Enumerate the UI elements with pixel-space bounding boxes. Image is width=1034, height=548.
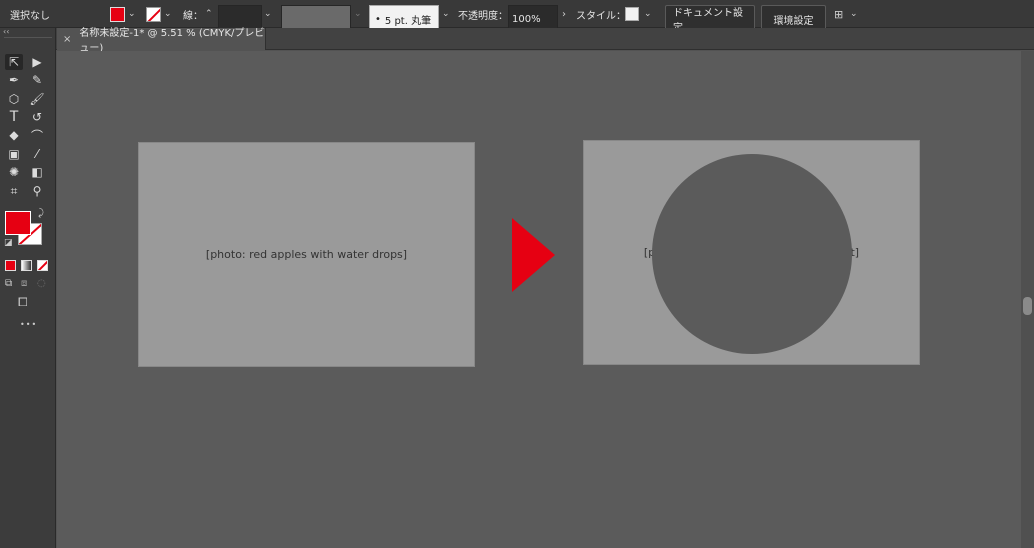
opacity-value: 100% <box>512 13 541 25</box>
graphic-style-swatch[interactable] <box>625 0 639 28</box>
gradient-tool-icon[interactable]: ▣ <box>5 146 23 162</box>
type-tool-icon[interactable]: T <box>5 109 23 125</box>
symbol-sprayer-tool-icon[interactable]: ✺ <box>5 164 23 180</box>
rotate-tool-icon[interactable]: ↺ <box>28 109 46 125</box>
tools-panel: ‹‹ ⇱ ▶ ✒ ✎ ⬡ 🖌 T ↺ ◆ ⌒ ▣ ⁄ ✺ ◧ ⌗ ⚲ ⤸ ◪ ⧉… <box>0 27 56 548</box>
style-dropdown-icon[interactable]: ⌄ <box>644 0 652 28</box>
curvature-tool-icon[interactable]: ✎ <box>28 72 46 88</box>
eraser-tool-icon[interactable]: ◆ <box>5 127 23 143</box>
selection-tool-icon[interactable]: ⇱ <box>5 54 23 70</box>
color-mode-icon[interactable] <box>5 260 16 271</box>
stroke-weight-dropdown-icon[interactable]: ⌄ <box>264 0 272 28</box>
draw-inside-icon[interactable]: ◌ <box>37 278 46 289</box>
close-icon[interactable]: × <box>63 34 71 45</box>
profile-dropdown-icon[interactable]: ⌄ <box>354 0 362 28</box>
screen-mode-icon[interactable]: ⧠ <box>18 295 28 310</box>
opacity-chevron-icon[interactable]: › <box>562 0 566 28</box>
arrange-dropdown-icon[interactable]: ⌄ <box>850 0 858 28</box>
brush-dot-icon: • <box>375 13 381 25</box>
arrow-right-icon <box>512 218 555 292</box>
image-placeholder: [photo: red apples with water drops] <box>138 142 475 367</box>
gradient-mode-icon[interactable] <box>21 260 32 271</box>
shape-tool-icon[interactable]: ⬡ <box>5 91 23 107</box>
fill-color-box[interactable] <box>5 211 31 235</box>
blend-tool-icon[interactable]: ◧ <box>28 164 46 180</box>
selection-status: 選択なし <box>10 10 50 22</box>
arrange-documents-icon[interactable]: ⊞ <box>834 0 843 28</box>
scroll-thumb[interactable] <box>1023 297 1032 315</box>
lasso-tool-icon[interactable]: ⌒ <box>28 127 46 143</box>
eyedropper-tool-icon[interactable]: ⁄ <box>28 146 46 162</box>
style-label: スタイル： <box>576 10 626 22</box>
opacity-label: 不透明度： <box>458 10 508 22</box>
edit-toolbar-icon[interactable]: ••• <box>20 320 37 329</box>
collapse-panel-icon[interactable]: ‹‹ <box>3 27 9 36</box>
original-apple-image[interactable]: [photo: red apples with water drops] <box>138 142 475 367</box>
brush-label: 5 pt. 丸筆 <box>384 15 432 27</box>
pen-tool-icon[interactable]: ✒ <box>5 72 23 88</box>
default-colors-icon[interactable]: ◪ <box>4 238 13 248</box>
document-tab[interactable]: × 名称未設定-1* @ 5.51 % (CMYK/プレビュー) <box>57 28 266 54</box>
swap-fill-stroke-icon[interactable]: ⤸ <box>38 208 44 219</box>
vertical-scrollbar[interactable] <box>1021 51 1034 548</box>
circle-cutout <box>652 154 852 354</box>
draw-normal-icon[interactable]: ⧉ <box>5 278 12 289</box>
document-tab-title: 名称未設定-1* @ 5.51 % (CMYK/プレビュー) <box>79 28 265 54</box>
zoom-tool-icon[interactable]: ⚲ <box>28 183 46 199</box>
artboard-tool-icon[interactable]: ⌗ <box>5 183 23 199</box>
direct-selection-tool-icon[interactable]: ▶ <box>28 54 46 70</box>
paintbrush-tool-icon[interactable]: 🖌 <box>28 91 46 107</box>
none-mode-icon[interactable] <box>37 260 48 271</box>
draw-behind-icon[interactable]: ⧈ <box>21 278 27 289</box>
brush-dropdown-icon[interactable]: ⌄ <box>442 0 450 28</box>
document-tab-bar: × 名称未設定-1* @ 5.51 % (CMYK/プレビュー) <box>0 28 1034 54</box>
clipped-apple-image[interactable]: [photo: red apples with circular cutout] <box>583 140 920 365</box>
artboard-canvas[interactable]: [photo: red apples with water drops] [ph… <box>57 51 1021 548</box>
